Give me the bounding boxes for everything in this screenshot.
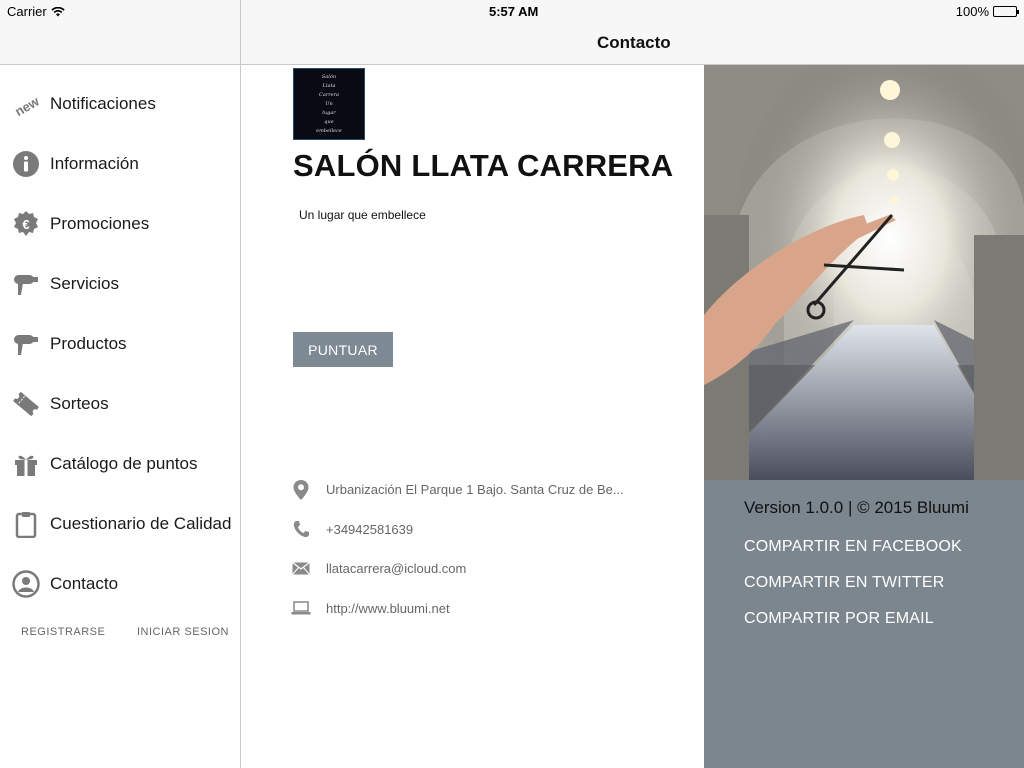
contact-content: Salón Llata Carrera Un lugar que embelle… bbox=[241, 65, 704, 768]
sidebar-item-contacto[interactable]: Contacto bbox=[0, 554, 240, 614]
version-label: Version 1.0.0 | © 2015 Bluumi bbox=[744, 498, 969, 517]
rate-button[interactable]: PUNTUAR bbox=[293, 332, 393, 367]
logo-line: lugar bbox=[322, 110, 336, 116]
sidebar-item-label: Información bbox=[50, 154, 139, 173]
sidebar-item-label: Catálogo de puntos bbox=[50, 454, 198, 473]
hair-dryer-icon bbox=[11, 269, 41, 299]
contact-email: llatacarrera@icloud.com bbox=[326, 561, 467, 577]
sidebar-item-label: Sorteos bbox=[50, 394, 109, 413]
logo-line: Un bbox=[325, 101, 333, 107]
laptop-icon bbox=[291, 598, 311, 618]
sidebar-item-catalogo-de-puntos[interactable]: Catálogo de puntos bbox=[0, 434, 240, 494]
hair-dryer-icon bbox=[11, 329, 41, 359]
sidebar-item-promociones[interactable]: € Promociones bbox=[0, 194, 240, 254]
status-battery: 100% bbox=[955, 4, 1019, 19]
logo-line: Carrera bbox=[319, 92, 339, 98]
envelope-icon bbox=[291, 559, 311, 579]
battery-icon bbox=[993, 6, 1019, 17]
corridor-scissors-illustration bbox=[704, 65, 1024, 480]
sidebar-item-label: Notificaciones bbox=[50, 94, 156, 113]
business-tagline: Un lugar que embellece bbox=[299, 208, 426, 222]
battery-percent: 100% bbox=[955, 4, 989, 19]
contact-website-row[interactable]: http://www.bluumi.net bbox=[291, 589, 624, 629]
phone-icon bbox=[291, 519, 311, 539]
new-badge-icon: new bbox=[11, 89, 41, 119]
contact-website: http://www.bluumi.net bbox=[326, 600, 450, 616]
footer-info: Version 1.0.0 | © 2015 Bluumi COMPARTIR … bbox=[744, 498, 969, 646]
sidebar-item-servicios[interactable]: Servicios bbox=[0, 254, 240, 314]
share-email-link[interactable]: COMPARTIR POR EMAIL bbox=[744, 610, 969, 628]
status-time: 5:57 AM bbox=[489, 4, 539, 19]
location-pin-icon bbox=[291, 479, 311, 500]
euro-badge-icon: € bbox=[11, 209, 41, 239]
share-twitter-link[interactable]: COMPARTIR EN TWITTER bbox=[744, 574, 969, 592]
contact-address: Urbanización El Parque 1 Bajo. Santa Cru… bbox=[326, 482, 624, 498]
sidebar: Carrier new Notificaciones Información €… bbox=[0, 0, 241, 768]
business-logo: Salón Llata Carrera Un lugar que embelle… bbox=[293, 68, 365, 140]
svg-text:new: new bbox=[12, 93, 41, 119]
logo-line: que bbox=[324, 119, 334, 125]
sidebar-item-cuestionario-de-calidad[interactable]: Cuestionario de Calidad bbox=[0, 494, 240, 554]
sidebar-item-label: Productos bbox=[50, 334, 127, 353]
logo-line: Salón bbox=[321, 74, 337, 80]
sidebar-item-productos[interactable]: Productos bbox=[0, 314, 240, 374]
sidebar-item-notificaciones[interactable]: new Notificaciones bbox=[0, 74, 240, 134]
sidebar-item-label: Servicios bbox=[50, 274, 119, 293]
status-carrier: Carrier bbox=[7, 4, 65, 19]
contact-phone: +34942581639 bbox=[326, 521, 414, 537]
business-name: SALÓN LLATA CARRERA bbox=[293, 148, 674, 183]
contact-icon bbox=[11, 569, 41, 599]
logo-line: embellece bbox=[316, 128, 342, 134]
gift-icon bbox=[11, 449, 41, 479]
sidebar-header: Carrier bbox=[0, 0, 240, 65]
sidebar-item-label: Contacto bbox=[50, 574, 119, 593]
sidebar-item-label: Promociones bbox=[50, 214, 150, 233]
clipboard-icon bbox=[11, 509, 41, 539]
navigation-bar: 5:57 AM 100% Contacto bbox=[241, 0, 1024, 65]
carrier-label: Carrier bbox=[7, 4, 47, 19]
share-facebook-link[interactable]: COMPARTIR EN FACEBOOK bbox=[744, 538, 969, 556]
sidebar-item-informacion[interactable]: Información bbox=[0, 134, 240, 194]
ticket-icon bbox=[11, 389, 41, 419]
logo-line: Llata bbox=[322, 83, 336, 89]
side-info-panel: Version 1.0.0 | © 2015 Bluumi COMPARTIR … bbox=[704, 65, 1024, 768]
wifi-icon bbox=[51, 6, 65, 16]
sidebar-menu: new Notificaciones Información € Promoci… bbox=[0, 74, 240, 614]
register-link[interactable]: REGISTRARSE bbox=[21, 626, 105, 638]
svg-text:€: € bbox=[22, 217, 29, 232]
sidebar-item-sorteos[interactable]: Sorteos bbox=[0, 374, 240, 434]
contact-phone-row[interactable]: +34942581639 bbox=[291, 510, 624, 550]
hero-image bbox=[704, 65, 1024, 480]
page-title: Contacto bbox=[597, 33, 671, 52]
info-icon bbox=[11, 149, 41, 179]
contact-list: Urbanización El Parque 1 Bajo. Santa Cru… bbox=[291, 470, 624, 628]
sidebar-item-label: Cuestionario de Calidad bbox=[50, 514, 232, 533]
login-link[interactable]: INICIAR SESION bbox=[137, 626, 229, 638]
contact-address-row[interactable]: Urbanización El Parque 1 Bajo. Santa Cru… bbox=[291, 470, 624, 510]
contact-email-row[interactable]: llatacarrera@icloud.com bbox=[291, 549, 624, 589]
